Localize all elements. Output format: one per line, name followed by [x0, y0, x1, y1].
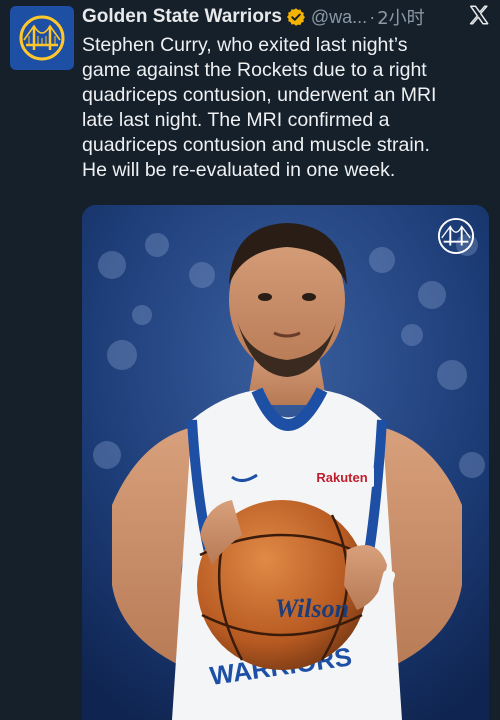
- tweet-card[interactable]: Golden State Warriors @wa... · 2小时 Steph…: [0, 0, 500, 720]
- x-logo-icon[interactable]: [468, 4, 490, 26]
- tweet-header: Golden State Warriors @wa... · 2小时: [82, 4, 490, 30]
- player-photo: Rakuten WARRIORS Wilson: [82, 205, 489, 720]
- display-name[interactable]: Golden State Warriors: [82, 6, 282, 28]
- separator-dot: ·: [369, 6, 376, 27]
- avatar[interactable]: [10, 6, 74, 70]
- warriors-bridge-logo-icon: [437, 217, 475, 255]
- tweet-text: Stephen Curry, who exited last night’s g…: [82, 34, 437, 181]
- jersey-sponsor: Rakuten: [316, 470, 367, 485]
- author-handle[interactable]: @wa...: [311, 7, 367, 28]
- timestamp[interactable]: 2小时: [377, 4, 424, 30]
- warriors-bridge-logo-icon: [19, 15, 65, 61]
- verified-badge-icon: [286, 7, 306, 27]
- ball-brand: Wilson: [275, 594, 349, 623]
- tweet-photo[interactable]: Rakuten WARRIORS Wilson: [82, 205, 489, 720]
